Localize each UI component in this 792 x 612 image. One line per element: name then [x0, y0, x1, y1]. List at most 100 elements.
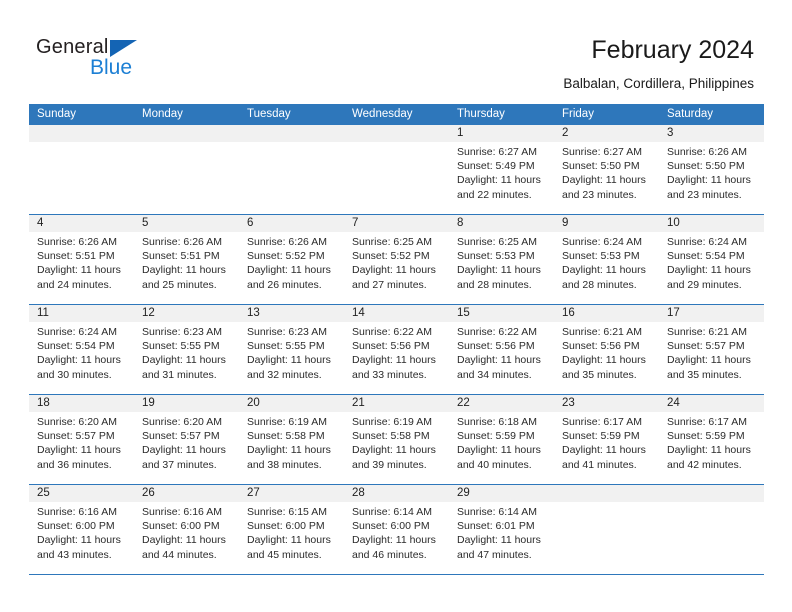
- day-cell[interactable]: Sunrise: 6:18 AM Sunset: 5:59 PM Daylight:…: [449, 412, 554, 484]
- page-header: General Blue February 2024 Balbalan, Cor…: [0, 0, 792, 103]
- day-cell[interactable]: Sunrise: 6:25 AM Sunset: 5:53 PM Daylight:…: [449, 232, 554, 304]
- day-number[interactable]: 16: [554, 305, 659, 322]
- day-number[interactable]: 11: [29, 305, 134, 322]
- day-info-line: Sunrise: 6:25 AM: [352, 236, 432, 248]
- day-cell[interactable]: Sunrise: 6:22 AM Sunset: 5:56 PM Daylight:…: [449, 322, 554, 394]
- day-cell[interactable]: Sunrise: 6:14 AM Sunset: 6:01 PM Daylight:…: [449, 502, 554, 574]
- day-info-line: Daylight: 11 hours: [37, 444, 121, 457]
- day-number[interactable]: 1: [449, 125, 554, 142]
- day-number[interactable]: 20: [239, 395, 344, 412]
- day-cell[interactable]: Sunrise: 6:23 AM Sunset: 5:55 PM Daylight:…: [239, 322, 344, 394]
- calendar-week-row: 18 19 20 21 22 23 24 Sunrise: 6:20 AM Sunset: 5:…: [29, 395, 764, 485]
- day-number[interactable]: 3: [659, 125, 764, 142]
- day-info-line: Daylight: 11 hours: [457, 444, 541, 457]
- weekday-header-row: Sunday Monday Tuesday Wednesday Thursday Frid…: [29, 104, 764, 125]
- day-cell[interactable]: Sunrise: 6:16 AM Sunset: 6:00 PM Daylight:…: [29, 502, 134, 574]
- day-info-line: and 29 minutes.: [667, 278, 742, 291]
- day-info-line: and 31 minutes.: [142, 368, 217, 381]
- day-number[interactable]: 14: [344, 305, 449, 322]
- week-body-row: Sunrise: 6:27 AM Sunset: 5:49 PM Daylight:…: [29, 142, 764, 214]
- day-number[interactable]: 28: [344, 485, 449, 502]
- day-info-line: Sunset: 5:56 PM: [457, 340, 535, 353]
- day-number[interactable]: 24: [659, 395, 764, 412]
- day-info-line: Sunset: 5:51 PM: [142, 250, 220, 263]
- day-info-line: Sunrise: 6:18 AM: [457, 416, 537, 428]
- day-info-line: Sunrise: 6:26 AM: [142, 236, 222, 248]
- day-cell[interactable]: Sunrise: 6:20 AM Sunset: 5:57 PM Daylight:…: [29, 412, 134, 484]
- day-cell[interactable]: Sunrise: 6:21 AM Sunset: 5:56 PM Daylight:…: [554, 322, 659, 394]
- day-number[interactable]: 22: [449, 395, 554, 412]
- day-cell[interactable]: Sunrise: 6:14 AM Sunset: 6:00 PM Daylight:…: [344, 502, 449, 574]
- day-number[interactable]: 7: [344, 215, 449, 232]
- day-info-line: and 27 minutes.: [352, 278, 427, 291]
- day-cell[interactable]: Sunrise: 6:26 AM Sunset: 5:50 PM Daylight:…: [659, 142, 764, 214]
- day-number[interactable]: 4: [29, 215, 134, 232]
- day-info-line: Daylight: 11 hours: [667, 444, 751, 457]
- day-info-line: Daylight: 11 hours: [142, 444, 226, 457]
- day-info-line: Daylight: 11 hours: [247, 264, 331, 277]
- day-number[interactable]: 2: [554, 125, 659, 142]
- day-cell[interactable]: Sunrise: 6:26 AM Sunset: 5:52 PM Daylight:…: [239, 232, 344, 304]
- day-info-line: Sunset: 5:54 PM: [37, 340, 115, 353]
- calendar-week-row: 1 2 3 Sunrise: 6:27 AM Sunset: 5:49 PM Daylig…: [29, 125, 764, 215]
- week-body-row: Sunrise: 6:24 AM Sunset: 5:54 PM Daylight:…: [29, 322, 764, 394]
- day-cell[interactable]: Sunrise: 6:24 AM Sunset: 5:54 PM Daylight:…: [29, 322, 134, 394]
- weekday-header-friday: Friday: [562, 108, 594, 120]
- day-info-line: and 46 minutes.: [352, 548, 427, 561]
- day-number[interactable]: 13: [239, 305, 344, 322]
- day-cell[interactable]: Sunrise: 6:21 AM Sunset: 5:57 PM Daylight:…: [659, 322, 764, 394]
- day-number[interactable]: 5: [134, 215, 239, 232]
- day-number[interactable]: 23: [554, 395, 659, 412]
- day-info-line: and 24 minutes.: [37, 278, 112, 291]
- day-info-line: and 30 minutes.: [37, 368, 112, 381]
- week-body-row: Sunrise: 6:16 AM Sunset: 6:00 PM Daylight:…: [29, 502, 764, 574]
- day-number[interactable]: 27: [239, 485, 344, 502]
- day-info-line: Sunrise: 6:21 AM: [667, 326, 747, 338]
- day-cell[interactable]: Sunrise: 6:27 AM Sunset: 5:49 PM Daylight:…: [449, 142, 554, 214]
- day-info-line: Sunset: 5:59 PM: [562, 430, 640, 443]
- brand-name-blue: Blue: [90, 56, 133, 79]
- week-date-band: 25 26 27 28 29: [29, 485, 764, 502]
- day-number[interactable]: 29: [449, 485, 554, 502]
- day-number[interactable]: 25: [29, 485, 134, 502]
- brand-name-general: General: [36, 36, 109, 58]
- day-number[interactable]: 26: [134, 485, 239, 502]
- day-number[interactable]: 8: [449, 215, 554, 232]
- brand-logo[interactable]: General Blue: [36, 36, 156, 84]
- day-info-line: Daylight: 11 hours: [457, 354, 541, 367]
- day-info-line: and 22 minutes.: [457, 188, 532, 201]
- day-cell[interactable]: Sunrise: 6:17 AM Sunset: 5:59 PM Daylight:…: [659, 412, 764, 484]
- weekday-header-tuesday: Tuesday: [247, 108, 291, 120]
- day-number[interactable]: 12: [134, 305, 239, 322]
- day-number[interactable]: 18: [29, 395, 134, 412]
- day-cell[interactable]: Sunrise: 6:15 AM Sunset: 6:00 PM Daylight:…: [239, 502, 344, 574]
- day-cell[interactable]: Sunrise: 6:24 AM Sunset: 5:54 PM Daylight:…: [659, 232, 764, 304]
- day-info-line: and 45 minutes.: [247, 548, 322, 561]
- day-cell[interactable]: Sunrise: 6:27 AM Sunset: 5:50 PM Daylight:…: [554, 142, 659, 214]
- week-date-band: 18 19 20 21 22 23 24: [29, 395, 764, 412]
- day-cell[interactable]: Sunrise: 6:20 AM Sunset: 5:57 PM Daylight:…: [134, 412, 239, 484]
- day-number[interactable]: 6: [239, 215, 344, 232]
- day-cell[interactable]: Sunrise: 6:16 AM Sunset: 6:00 PM Daylight:…: [134, 502, 239, 574]
- day-info-line: and 23 minutes.: [562, 188, 637, 201]
- day-cell[interactable]: Sunrise: 6:26 AM Sunset: 5:51 PM Daylight:…: [29, 232, 134, 304]
- day-number[interactable]: 10: [659, 215, 764, 232]
- day-cell[interactable]: Sunrise: 6:17 AM Sunset: 5:59 PM Daylight:…: [554, 412, 659, 484]
- day-cell-empty: [239, 142, 344, 214]
- day-cell[interactable]: Sunrise: 6:24 AM Sunset: 5:53 PM Daylight:…: [554, 232, 659, 304]
- day-cell[interactable]: Sunrise: 6:26 AM Sunset: 5:51 PM Daylight:…: [134, 232, 239, 304]
- day-cell[interactable]: Sunrise: 6:19 AM Sunset: 5:58 PM Daylight:…: [239, 412, 344, 484]
- day-number[interactable]: 9: [554, 215, 659, 232]
- day-number[interactable]: 21: [344, 395, 449, 412]
- day-cell[interactable]: Sunrise: 6:19 AM Sunset: 5:58 PM Daylight:…: [344, 412, 449, 484]
- day-cell[interactable]: Sunrise: 6:22 AM Sunset: 5:56 PM Daylight:…: [344, 322, 449, 394]
- day-number[interactable]: 17: [659, 305, 764, 322]
- day-number[interactable]: 19: [134, 395, 239, 412]
- day-cell[interactable]: Sunrise: 6:25 AM Sunset: 5:52 PM Daylight:…: [344, 232, 449, 304]
- day-info-line: Daylight: 11 hours: [667, 354, 751, 367]
- day-cell[interactable]: Sunrise: 6:23 AM Sunset: 5:55 PM Daylight:…: [134, 322, 239, 394]
- day-cell-empty: [659, 502, 764, 574]
- day-number[interactable]: 15: [449, 305, 554, 322]
- day-info-line: Sunset: 5:59 PM: [667, 430, 745, 443]
- day-info-line: Sunrise: 6:23 AM: [142, 326, 222, 338]
